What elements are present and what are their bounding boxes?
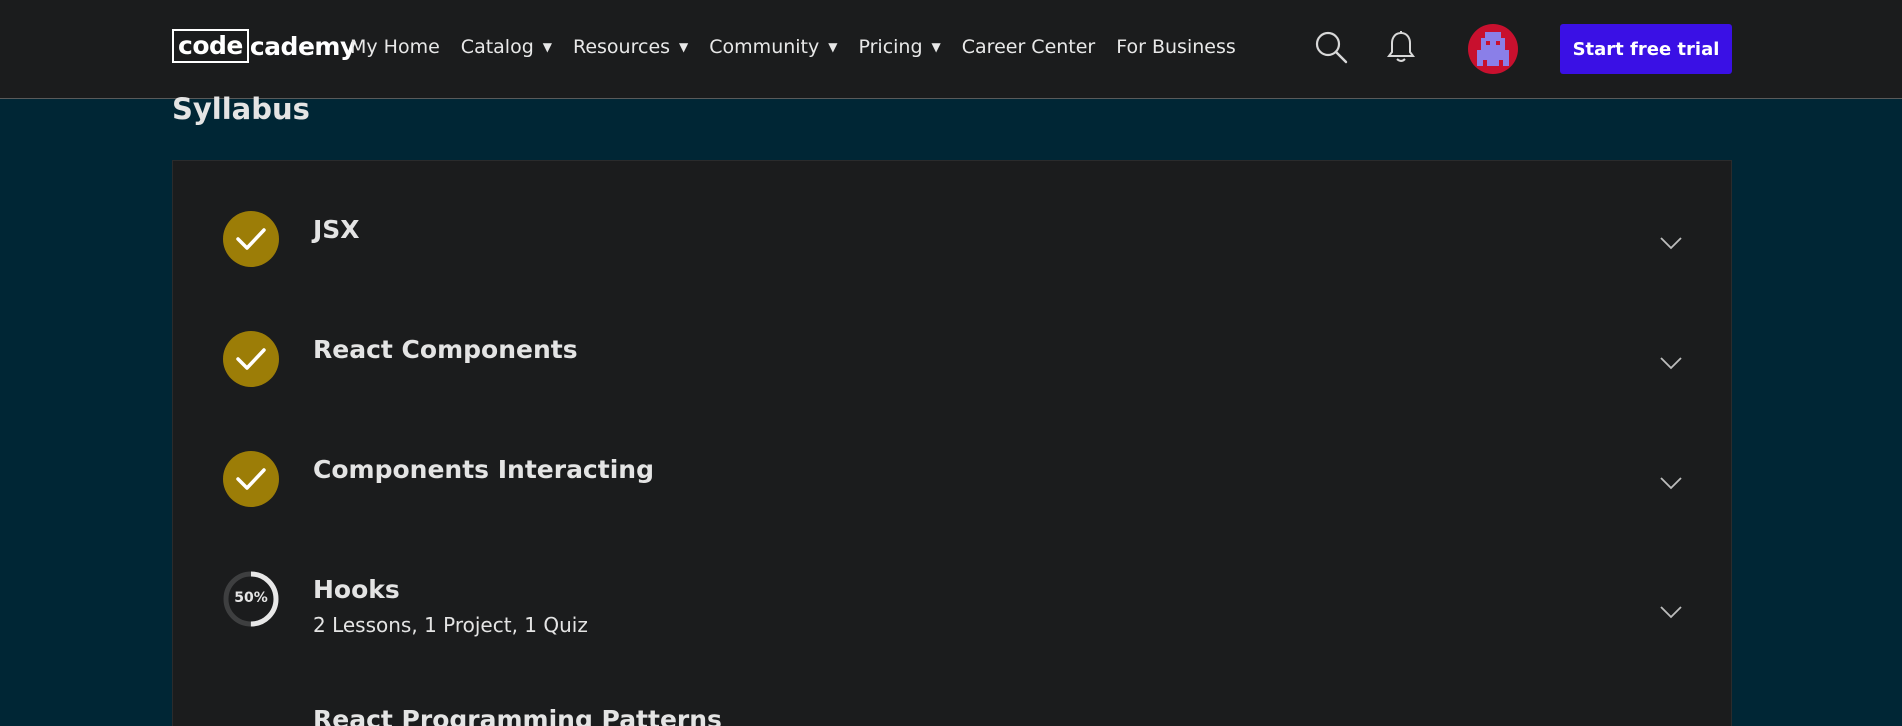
module-components-interacting[interactable]: Components Interacting	[173, 401, 1731, 507]
module-react-programming-patterns[interactable]: React Programming Patterns	[173, 651, 1731, 726]
nav-my-home[interactable]: My Home	[350, 36, 440, 58]
syllabus-title: Syllabus	[172, 92, 310, 126]
nav-community[interactable]: Community ▼	[709, 36, 837, 58]
completed-badge	[223, 451, 279, 507]
nav-label: My Home	[350, 36, 440, 58]
chevron-down-icon	[1660, 606, 1682, 619]
nav-label: Career Center	[961, 36, 1096, 58]
nav-label: Community	[709, 36, 820, 58]
nav-for-business[interactable]: For Business	[1116, 36, 1236, 58]
pixel-avatar-icon	[1477, 32, 1509, 66]
chevron-down-icon	[1660, 357, 1682, 370]
nav-career-center[interactable]: Career Center	[962, 36, 1095, 58]
start-free-trial-button[interactable]: Start free trial	[1560, 24, 1732, 74]
caret-down-icon: ▼	[931, 40, 941, 54]
checkmark-icon	[236, 468, 266, 490]
top-nav: code cademy My Home Catalog ▼ Resources …	[0, 0, 1902, 99]
module-title: Components Interacting	[313, 455, 654, 484]
module-title: React Programming Patterns	[313, 705, 722, 726]
bell-icon	[1387, 31, 1415, 62]
module-title: React Components	[313, 335, 578, 364]
progress-percent: 50%	[234, 590, 268, 606]
search-icon	[1315, 31, 1348, 64]
nav-label: Resources	[573, 36, 671, 58]
avatar[interactable]	[1468, 24, 1518, 74]
nav-resources[interactable]: Resources ▼	[573, 36, 688, 58]
nav-label: Pricing	[858, 36, 923, 58]
chevron-down-icon	[1660, 237, 1682, 250]
search-button[interactable]	[1311, 27, 1351, 67]
nav-pricing[interactable]: Pricing ▼	[858, 36, 940, 58]
logo-rest-text: cademy	[249, 31, 356, 61]
module-subtitle: 2 Lessons, 1 Project, 1 Quiz	[313, 613, 588, 637]
logo-boxed-text: code	[172, 29, 249, 63]
module-title: Hooks	[313, 575, 400, 604]
notifications-button[interactable]	[1381, 27, 1421, 67]
nav-label: Catalog	[460, 36, 534, 58]
nav-label: For Business	[1116, 36, 1236, 58]
chevron-down-icon	[1660, 477, 1682, 490]
module-react-components[interactable]: React Components	[173, 281, 1731, 387]
completed-badge	[223, 331, 279, 387]
nav-catalog[interactable]: Catalog ▼	[461, 36, 552, 58]
caret-down-icon: ▼	[828, 40, 838, 54]
checkmark-icon	[236, 348, 266, 370]
module-title: JSX	[313, 215, 360, 244]
caret-down-icon: ▼	[542, 40, 552, 54]
syllabus-panel: JSX React Components Components Interact…	[172, 160, 1732, 726]
checkmark-icon	[236, 228, 266, 250]
module-hooks[interactable]: 50% Hooks 2 Lessons, 1 Project, 1 Quiz	[173, 521, 1731, 651]
nav-links: My Home Catalog ▼ Resources ▼ Community …	[350, 33, 1257, 61]
codecademy-logo[interactable]: code cademy	[172, 28, 356, 64]
completed-badge	[223, 211, 279, 267]
module-jsx[interactable]: JSX	[173, 161, 1731, 267]
caret-down-icon: ▼	[679, 40, 689, 54]
